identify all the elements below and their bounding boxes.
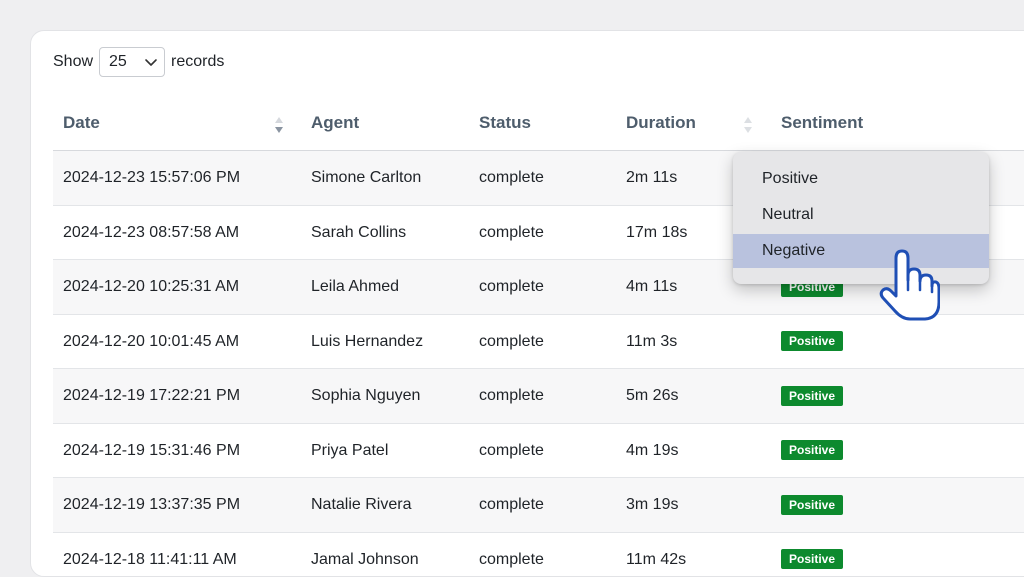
table-row[interactable]: 2024-12-19 15:31:46 PM Priya Patel compl… [53, 424, 1024, 479]
cell-status: complete [479, 424, 544, 478]
cell-date: 2024-12-19 13:37:35 PM [63, 478, 240, 532]
records-table-card: Show 25 records Date Agent Status Durati… [30, 30, 1024, 577]
cell-status: complete [479, 315, 544, 369]
column-header-agent[interactable]: Agent [311, 101, 359, 151]
cell-sentiment: Positive [781, 369, 843, 423]
records-label: records [171, 53, 224, 71]
records-per-page-select[interactable]: 25 [99, 47, 165, 77]
cell-duration: 4m 11s [626, 260, 677, 314]
cell-status: complete [479, 260, 544, 314]
table-header: Date Agent Status Duration Sentiment [31, 101, 1024, 151]
sentiment-badge: Positive [781, 331, 843, 351]
column-header-date[interactable]: Date [63, 101, 100, 151]
cell-duration: 2m 11s [626, 151, 677, 205]
cell-agent: Priya Patel [311, 424, 388, 478]
sentiment-filter-dropdown[interactable]: Positive Neutral Negative [733, 152, 989, 284]
sentiment-badge: Positive [781, 495, 843, 515]
cell-sentiment: Positive [781, 424, 843, 478]
cell-agent: Simone Carlton [311, 151, 421, 205]
cell-agent: Natalie Rivera [311, 478, 411, 532]
sentiment-badge: Positive [781, 440, 843, 460]
cell-date: 2024-12-23 08:57:58 AM [63, 206, 239, 260]
cell-agent: Luis Hernandez [311, 315, 423, 369]
cell-agent: Jamal Johnson [311, 533, 419, 577]
cell-date: 2024-12-18 11:41:11 AM [63, 533, 237, 577]
cell-status: complete [479, 533, 544, 577]
cell-date: 2024-12-20 10:25:31 AM [63, 260, 239, 314]
cell-duration: 3m 19s [626, 478, 678, 532]
cell-duration: 11m 42s [626, 533, 686, 577]
table-row[interactable]: 2024-12-18 11:41:11 AM Jamal Johnson com… [53, 533, 1024, 577]
dropdown-option-negative[interactable]: Negative [733, 234, 989, 268]
column-header-duration[interactable]: Duration [626, 101, 696, 151]
hand-pointer-icon [876, 244, 940, 324]
cell-status: complete [479, 478, 544, 532]
dropdown-option-positive[interactable]: Positive [733, 162, 989, 196]
table-row[interactable]: 2024-12-19 13:37:35 PM Natalie Rivera co… [53, 478, 1024, 533]
cell-date: 2024-12-20 10:01:45 AM [63, 315, 239, 369]
sort-icon-date[interactable] [273, 115, 285, 135]
cell-agent: Leila Ahmed [311, 260, 399, 314]
cell-date: 2024-12-23 15:57:06 PM [63, 151, 240, 205]
column-header-sentiment[interactable]: Sentiment [781, 101, 863, 151]
cell-agent: Sophia Nguyen [311, 369, 420, 423]
cell-status: complete [479, 369, 544, 423]
chevron-down-icon [144, 55, 158, 69]
cell-sentiment: Positive [781, 533, 843, 577]
table-row[interactable]: 2024-12-19 17:22:21 PM Sophia Nguyen com… [53, 369, 1024, 424]
sentiment-badge: Positive [781, 549, 843, 569]
cell-sentiment: Positive [781, 478, 843, 532]
show-label: Show [53, 53, 93, 71]
records-length-control: Show 25 records [53, 46, 224, 78]
cell-duration: 17m 18s [626, 206, 687, 260]
records-per-page-value: 25 [109, 53, 127, 71]
cell-duration: 5m 26s [626, 369, 678, 423]
sentiment-badge: Positive [781, 386, 843, 406]
column-header-status[interactable]: Status [479, 101, 531, 151]
cell-agent: Sarah Collins [311, 206, 406, 260]
cell-status: complete [479, 206, 544, 260]
cell-duration: 11m 3s [626, 315, 677, 369]
cell-sentiment: Positive [781, 315, 843, 369]
cell-status: complete [479, 151, 544, 205]
cell-date: 2024-12-19 15:31:46 PM [63, 424, 240, 478]
dropdown-option-neutral[interactable]: Neutral [733, 198, 989, 232]
cell-date: 2024-12-19 17:22:21 PM [63, 369, 240, 423]
sort-icon-duration[interactable] [742, 115, 754, 135]
cell-duration: 4m 19s [626, 424, 678, 478]
